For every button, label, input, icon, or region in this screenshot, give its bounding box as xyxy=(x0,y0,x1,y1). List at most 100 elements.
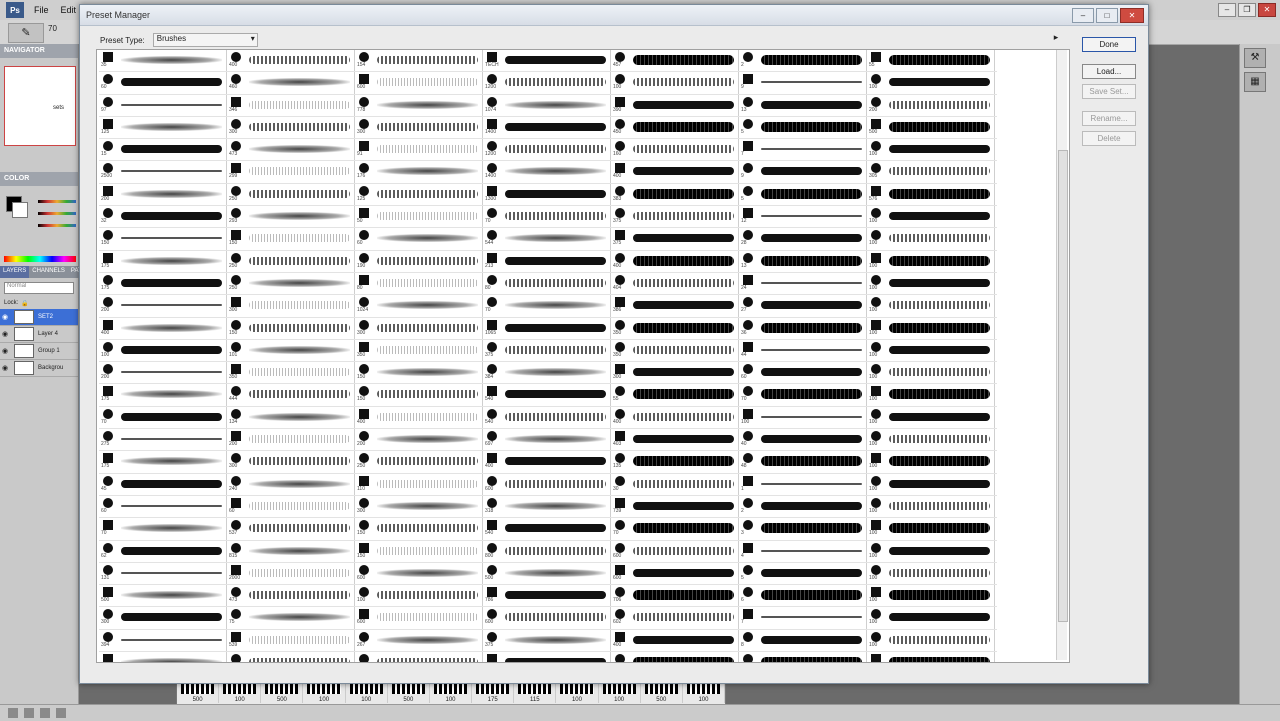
brush-preset-cell[interactable]: 544 xyxy=(483,228,611,250)
brush-preset-cell[interactable]: 293 xyxy=(227,206,355,228)
brush-preset-cell[interactable]: 62 xyxy=(99,540,227,562)
brush-preset-cell[interactable]: 706 xyxy=(611,585,739,607)
brush-preset-cell[interactable]: 250 xyxy=(227,183,355,206)
brush-preset-cell[interactable]: 100 xyxy=(867,406,995,429)
load-button[interactable]: Load... xyxy=(1082,64,1136,79)
brush-preset-cell[interactable]: 350 xyxy=(611,317,739,339)
brush-preset-cell[interactable]: 786 xyxy=(483,585,611,607)
brush-preset-cell[interactable]: 404 xyxy=(611,272,739,295)
brush-preset-cell[interactable]: 8 xyxy=(739,629,867,652)
brush-preset-cell[interactable]: 70 xyxy=(99,518,227,540)
brush-preset-cell[interactable]: 30 xyxy=(611,473,739,495)
brush-preset-cell[interactable]: 318 xyxy=(483,495,611,518)
brush-preset-cell[interactable]: 383 xyxy=(611,183,739,206)
brush-preset-cell[interactable]: 540 xyxy=(483,518,611,540)
brush-preset-cell[interactable]: 100 xyxy=(867,72,995,94)
lock-icon[interactable]: 🔒 xyxy=(21,300,28,307)
brush-tool-icon[interactable]: ✎ xyxy=(8,23,44,43)
brush-preset-cell[interactable]: 70 xyxy=(483,295,611,317)
save-set-button[interactable]: Save Set... xyxy=(1082,84,1136,99)
brush-preset-cell[interactable]: 300 xyxy=(355,495,483,518)
brush-preset-cell[interactable]: 110 xyxy=(355,473,483,495)
brush-strip-cell[interactable]: 100 xyxy=(599,681,641,703)
brush-strip-cell[interactable]: 500 xyxy=(641,681,683,703)
brush-preset-cell[interactable]: 100 xyxy=(99,652,227,662)
brush-preset-cell[interactable]: 100 xyxy=(867,362,995,384)
rename-button[interactable]: Rename... xyxy=(1082,111,1136,126)
brush-preset-cell[interactable]: 175 xyxy=(99,384,227,406)
brush-preset-cell[interactable]: 70 xyxy=(611,518,739,540)
brush-preset-cell[interactable]: 697 xyxy=(483,429,611,451)
brush-preset-cell[interactable]: 100 xyxy=(867,540,995,562)
brush-strip-cell[interactable]: 500 xyxy=(388,681,430,703)
brush-preset-cell[interactable]: 375 xyxy=(611,228,739,250)
brush-preset-cell[interactable]: 600 xyxy=(483,607,611,629)
brush-preset-cell[interactable]: 739 xyxy=(611,495,739,518)
preset-type-select[interactable]: Brushes xyxy=(152,33,258,47)
brush-preset-cell[interactable]: 1200 xyxy=(483,139,611,161)
brush-preset-cell[interactable]: 240 xyxy=(227,473,355,495)
brush-preset-cell[interactable]: 7 xyxy=(739,139,867,161)
layer-row[interactable]: ◉ SET2 xyxy=(0,309,78,326)
brush-preset-cell[interactable]: 80 xyxy=(355,272,483,295)
brush-preset-cell[interactable]: 55 xyxy=(611,384,739,406)
brush-preset-cell[interactable]: 100 xyxy=(867,451,995,473)
brush-preset-cell[interactable]: 45 xyxy=(99,473,227,495)
brush-preset-cell[interactable]: 2000 xyxy=(227,562,355,585)
brush-preset-cell[interactable]: 100 xyxy=(99,339,227,362)
brush-preset-cell[interactable]: 60 xyxy=(355,228,483,250)
brush-preset-cell[interactable]: 444 xyxy=(227,384,355,406)
brush-preset-cell[interactable]: 9 xyxy=(739,161,867,183)
brush-preset-cell[interactable]: 400 xyxy=(611,406,739,429)
brush-preset-cell[interactable]: 50 xyxy=(355,206,483,228)
brush-preset-cell[interactable]: 5 xyxy=(739,183,867,206)
brush-strip-cell[interactable]: 500 xyxy=(261,681,304,703)
brush-preset-cell[interactable]: 2500 xyxy=(99,161,227,183)
brush-preset-cell[interactable]: 300 xyxy=(355,116,483,139)
tool-icon[interactable] xyxy=(8,708,18,718)
brush-preset-cell[interactable]: 350 xyxy=(611,339,739,362)
tool-icon[interactable] xyxy=(56,708,66,718)
brush-preset-cell[interactable]: 175 xyxy=(99,250,227,272)
brush-preset-cell[interactable]: 600 xyxy=(611,540,739,562)
brush-preset-cell[interactable]: 150 xyxy=(355,384,483,406)
color-spectrum[interactable] xyxy=(4,256,76,262)
eye-icon[interactable]: ◉ xyxy=(0,364,10,372)
brush-preset-cell[interactable]: 473 xyxy=(227,139,355,161)
brush-preset-cell[interactable]: 70 xyxy=(739,384,867,406)
brush-preset-cell[interactable]: 150 xyxy=(355,362,483,384)
layer-row[interactable]: ◉ Layer 4 xyxy=(0,326,78,343)
brush-preset-cell[interactable]: 576 xyxy=(867,183,995,206)
brush-preset-cell[interactable]: 6 xyxy=(739,585,867,607)
brush-preset-cell[interactable]: 815 xyxy=(227,540,355,562)
close-icon[interactable]: ✕ xyxy=(1258,3,1276,17)
brush-preset-cell[interactable]: 5 xyxy=(739,116,867,139)
brush-preset-cell[interactable]: 300 xyxy=(355,317,483,339)
brush-preset-cell[interactable]: 778 xyxy=(355,94,483,116)
tool-icon[interactable] xyxy=(24,708,34,718)
brush-strip-cell[interactable]: 100 xyxy=(683,681,726,703)
brush-preset-cell[interactable]: 346 xyxy=(227,94,355,116)
brush-preset-cell[interactable]: 91 xyxy=(355,139,483,161)
brush-preset-cell[interactable]: 1200 xyxy=(483,72,611,94)
eye-icon[interactable]: ◉ xyxy=(0,347,10,355)
brush-preset-cell[interactable]: 427 xyxy=(611,652,739,662)
brush-preset-cell[interactable]: 75 xyxy=(227,607,355,629)
brush-preset-cell[interactable]: 100 xyxy=(867,206,995,228)
brush-strip-cell[interactable]: 100 xyxy=(556,681,599,703)
brush-preset-cell[interactable]: 600 xyxy=(355,607,483,629)
brush-strip-cell[interactable]: 100 xyxy=(346,681,388,703)
brush-preset-cell[interactable]: 375 xyxy=(483,339,611,362)
brush-preset-cell[interactable]: 100 xyxy=(739,406,867,429)
brush-preset-cell[interactable]: 2 xyxy=(739,50,867,72)
dialog-titlebar[interactable]: Preset Manager – □ ✕ xyxy=(80,5,1148,26)
brush-preset-cell[interactable]: 300 xyxy=(227,295,355,317)
brush-preset-cell[interactable]: 24 xyxy=(739,272,867,295)
brush-preset-cell[interactable]: 390 xyxy=(611,94,739,116)
brush-preset-cell[interactable]: 175 xyxy=(99,272,227,295)
brush-preset-cell[interactable]: 1065 xyxy=(483,317,611,339)
brush-preset-cell[interactable]: 27 xyxy=(739,295,867,317)
brush-preset-cell[interactable]: 150 xyxy=(227,228,355,250)
brush-preset-cell[interactable]: 13 xyxy=(739,250,867,272)
color-tab[interactable]: COLOR xyxy=(0,172,78,186)
